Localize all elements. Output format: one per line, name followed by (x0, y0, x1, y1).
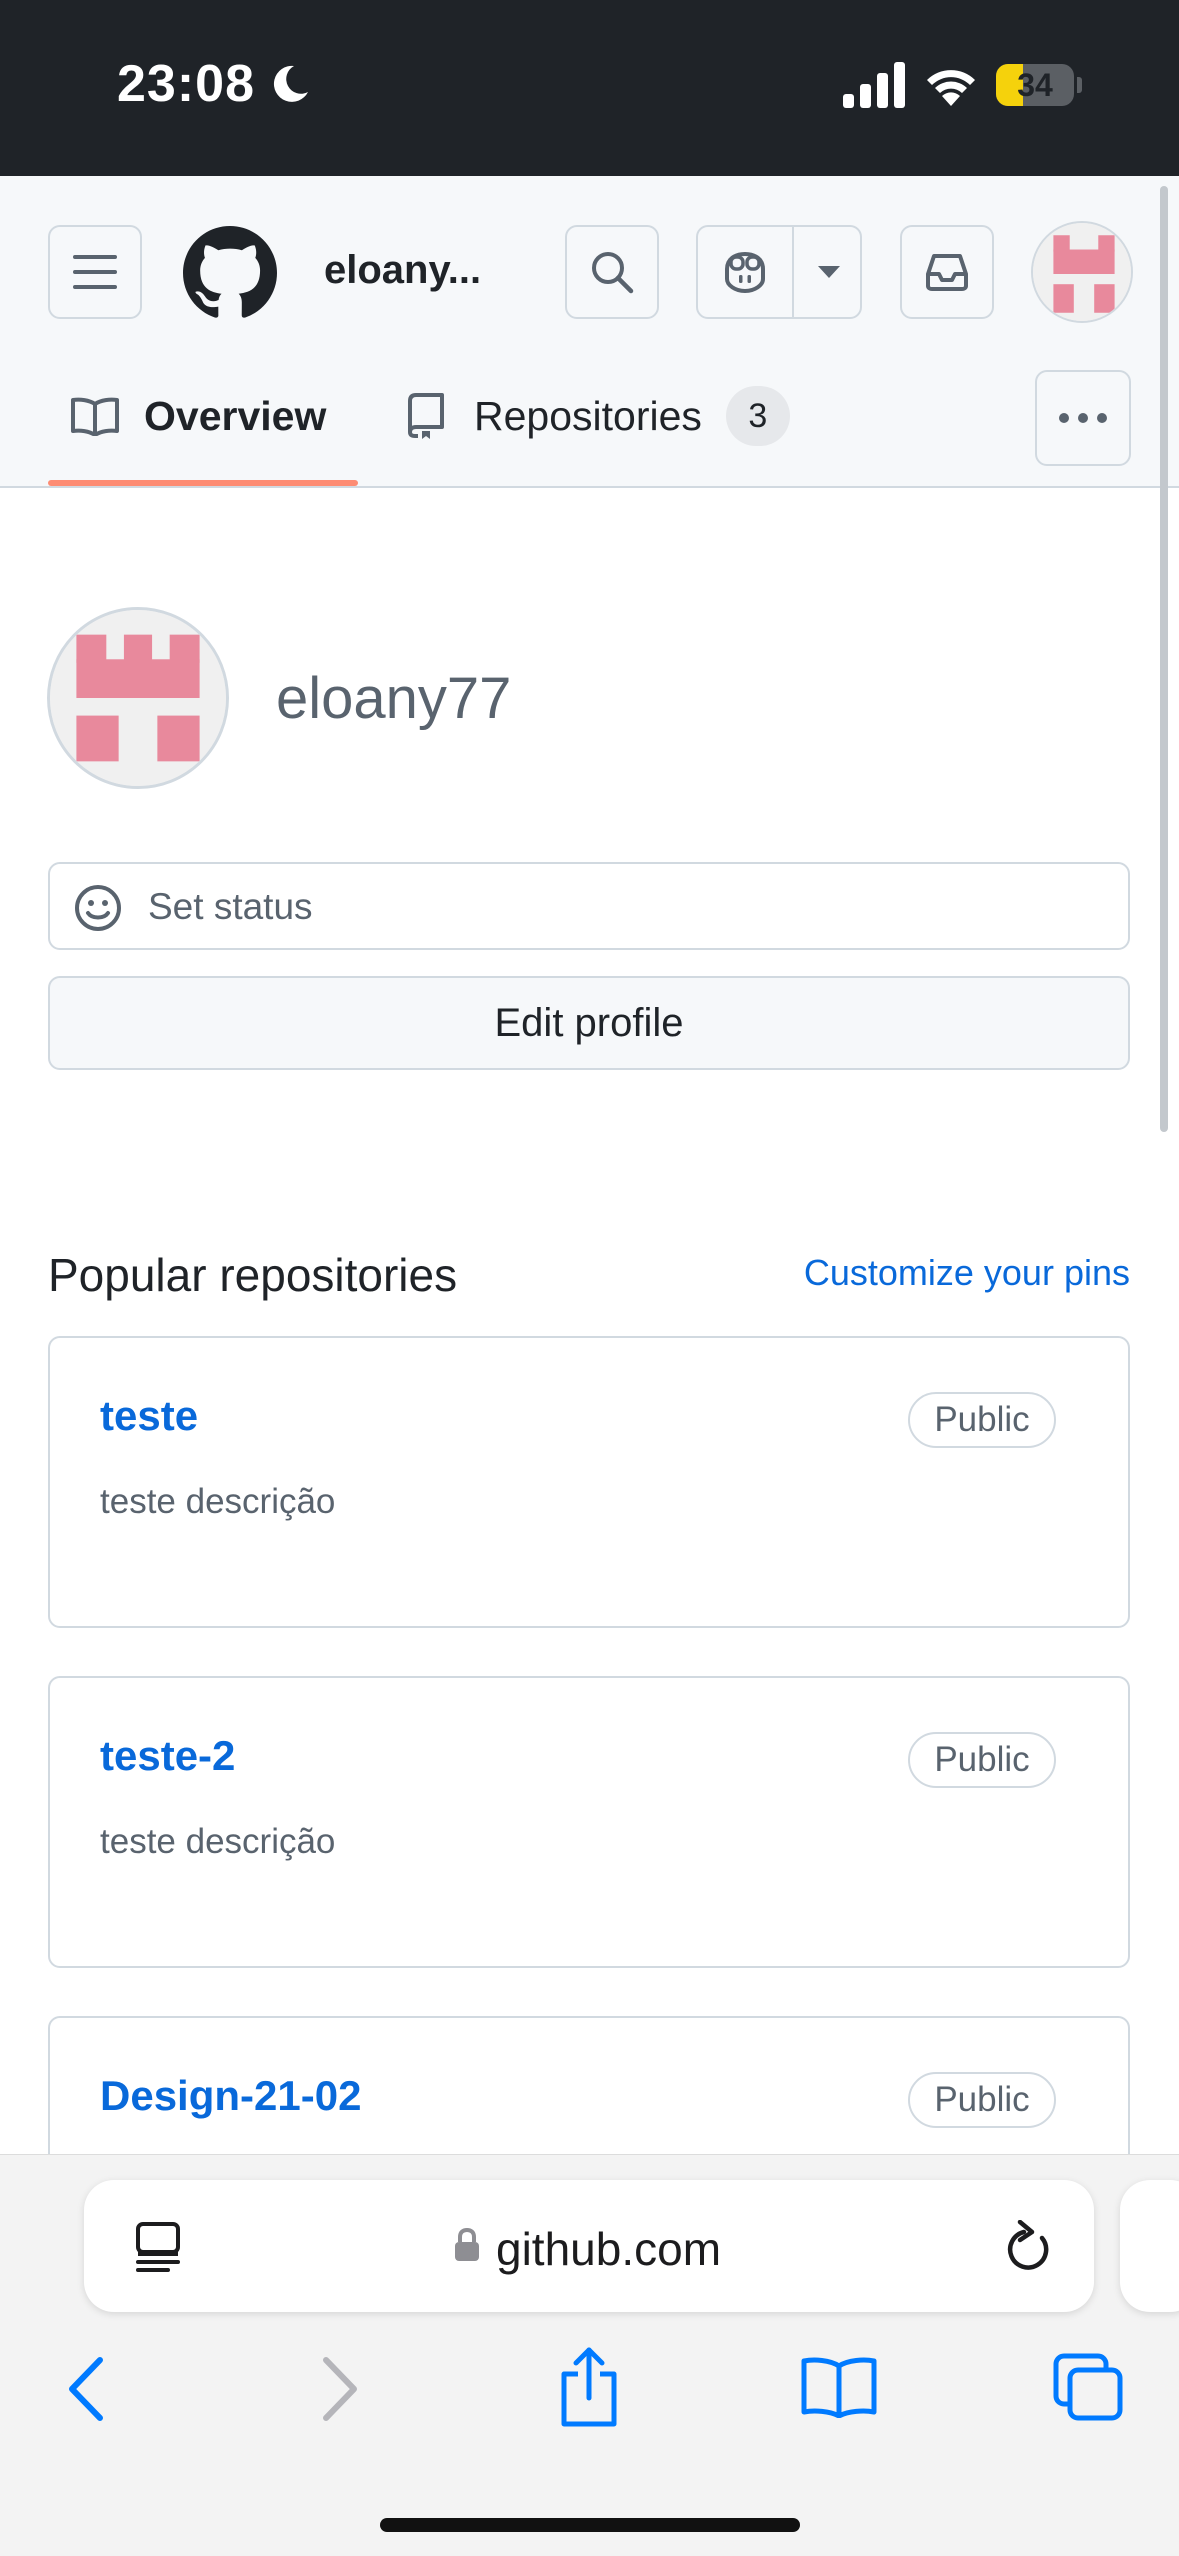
tab-overview[interactable]: Overview (70, 386, 326, 446)
profile-username: eloany77 (276, 666, 512, 731)
more-tabs-button[interactable] (1035, 370, 1131, 466)
inbox-button[interactable] (900, 225, 994, 319)
copilot-button[interactable] (698, 227, 794, 317)
cellular-signal-icon (843, 62, 905, 108)
book-icon (71, 397, 119, 436)
back-icon[interactable] (64, 2356, 108, 2422)
github-logo-icon[interactable] (183, 226, 277, 320)
repositories-count-badge: 3 (725, 386, 790, 446)
repo-description: teste descrição (100, 1822, 336, 1861)
visibility-badge: Public (908, 1392, 1056, 1448)
repo-card: teste Public teste descrição (48, 1336, 1130, 1628)
hamburger-icon (73, 255, 117, 289)
popular-repos-heading: Popular repositories (48, 1249, 458, 1301)
repo-link[interactable]: teste-2 (100, 1732, 235, 1780)
visibility-badge: Public (908, 2072, 1056, 2128)
profile-avatar[interactable] (47, 607, 229, 789)
forward-icon[interactable] (318, 2356, 362, 2422)
bookmarks-icon[interactable] (800, 2356, 878, 2418)
tab-repositories-label: Repositories (474, 392, 702, 439)
reader-page-icon[interactable] (134, 2222, 182, 2272)
battery-percent: 34 (1017, 67, 1053, 103)
search-button[interactable] (565, 225, 659, 319)
lock-icon (455, 2228, 479, 2261)
next-tab-preview[interactable] (1120, 2180, 1179, 2312)
user-avatar[interactable] (1031, 221, 1133, 323)
page-scrollbar[interactable] (1160, 186, 1168, 1132)
share-icon[interactable] (556, 2346, 622, 2428)
search-icon (592, 252, 634, 294)
repo-link[interactable]: Design-21-02 (100, 2072, 361, 2120)
status-bar: 23:08 34 (0, 0, 1179, 176)
header-username[interactable]: eloany... (324, 248, 481, 293)
identicon-icon (50, 610, 226, 786)
wifi-icon (927, 70, 975, 106)
visibility-badge: Public (908, 1732, 1056, 1788)
active-tab-indicator (48, 480, 358, 486)
status-time: 23:08 (117, 55, 255, 113)
moon-icon (273, 65, 308, 102)
tab-repositories[interactable]: Repositories 3 (408, 386, 790, 446)
repo-card: teste-2 Public teste descrição (48, 1676, 1130, 1968)
home-indicator (380, 2518, 800, 2532)
copilot-menu (696, 225, 862, 319)
caret-down-icon (818, 266, 840, 278)
copilot-dropdown-button[interactable] (796, 227, 862, 317)
address-bar[interactable]: github.com (84, 2180, 1094, 2312)
edit-profile-button[interactable]: Edit profile (48, 976, 1130, 1070)
customize-pins-link[interactable]: Customize your pins (804, 1252, 1130, 1294)
battery-indicator: 34 (996, 64, 1082, 106)
inbox-icon (926, 254, 968, 291)
tabs-icon[interactable] (1052, 2352, 1124, 2422)
set-status-button[interactable]: Set status (48, 862, 1130, 950)
identicon-icon (1033, 223, 1131, 321)
repo-icon (408, 393, 444, 439)
repo-description: teste descrição (100, 1482, 336, 1521)
set-status-label: Set status (148, 886, 313, 927)
repo-link[interactable]: teste (100, 1392, 198, 1440)
copilot-icon (725, 251, 765, 293)
github-header: eloany... Overview Repositories 3 (0, 176, 1179, 488)
reload-icon[interactable] (1004, 2220, 1052, 2272)
menu-button[interactable] (48, 225, 142, 319)
smiley-icon (75, 885, 121, 931)
url-text: github.com (496, 2223, 722, 2275)
kebab-horizontal-icon (1059, 413, 1107, 423)
tab-overview-label: Overview (144, 392, 327, 439)
